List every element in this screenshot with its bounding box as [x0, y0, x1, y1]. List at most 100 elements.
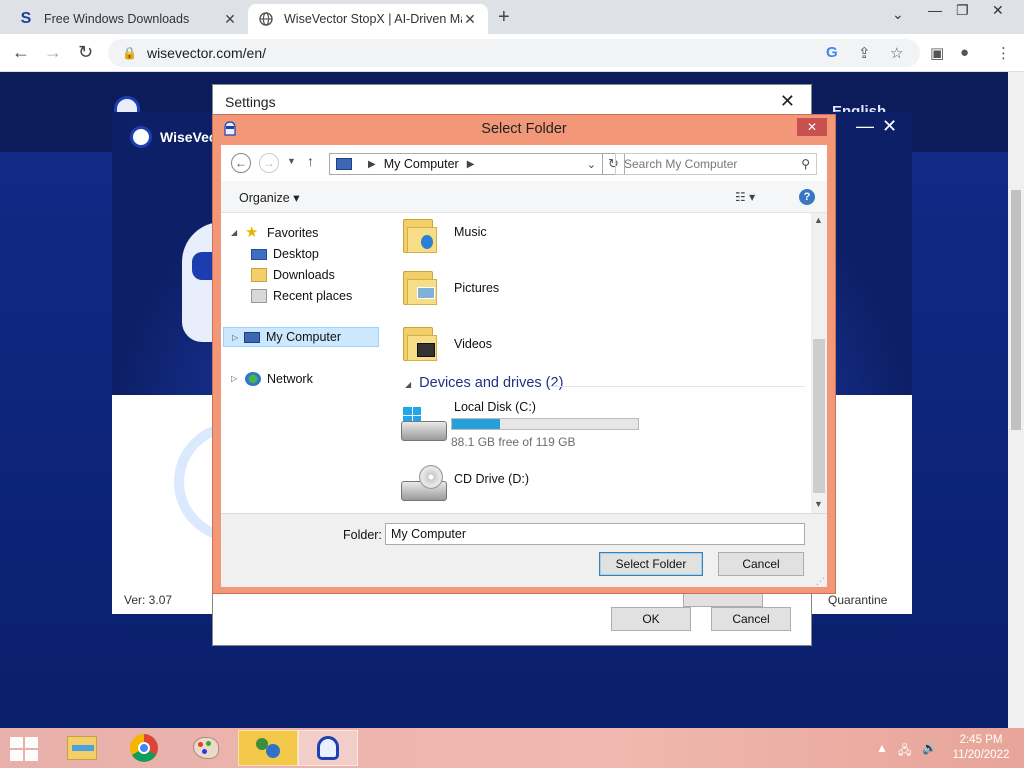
- close-tab-icon[interactable]: ✕: [462, 11, 478, 28]
- drive-c-label[interactable]: Local Disk (C:): [454, 400, 536, 414]
- search-box[interactable]: Search My Computer ⚲: [615, 153, 817, 175]
- app-minimize-icon[interactable]: —: [856, 116, 874, 137]
- nav-downloads-label: Downloads: [273, 268, 335, 282]
- devices-group-header[interactable]: ◢ Devices and drives (2): [405, 375, 563, 391]
- folder-pictures[interactable]: Pictures: [454, 281, 499, 295]
- restore-icon[interactable]: ❐: [956, 2, 969, 19]
- content-scrollbar-thumb[interactable]: [813, 339, 825, 493]
- music-folder-icon[interactable]: [403, 213, 439, 255]
- forward-arrow-icon[interactable]: →: [44, 42, 62, 63]
- devices-header-label: Devices and drives (2): [419, 375, 564, 391]
- view-options-icon[interactable]: ☷ ▾: [735, 190, 755, 204]
- close-window-icon[interactable]: ✕: [992, 2, 1004, 19]
- minimize-icon[interactable]: —: [928, 2, 942, 18]
- forward-icon[interactable]: →: [259, 153, 279, 173]
- help-icon[interactable]: ?: [799, 189, 815, 205]
- expand-triangle-icon[interactable]: ▷: [231, 374, 237, 383]
- file-explorer-icon[interactable]: [52, 730, 112, 766]
- settings-cancel-button[interactable]: Cancel: [711, 607, 791, 631]
- show-hidden-icons-icon[interactable]: ▲: [876, 741, 888, 755]
- reload-icon[interactable]: ↻: [78, 42, 93, 63]
- app-brand-name: WiseVec: [160, 129, 217, 145]
- side-panel-icon[interactable]: ▣: [930, 44, 944, 62]
- dialog-footer: Folder: Select Folder Cancel ⋰: [221, 513, 827, 587]
- scroll-down-icon[interactable]: ▼: [814, 499, 823, 509]
- select-folder-body: ← → ▼ ↑ ▶ My Computer ▶ ⌄ ↻ Search My Co…: [221, 145, 827, 587]
- settings-close-icon[interactable]: ✕: [780, 91, 795, 112]
- nav-desktop[interactable]: Desktop: [251, 244, 319, 264]
- address-toolbar: ← → ↻ 🔒 wisevector.com/en/ G ⇪ ☆ ▣ ● ⋮: [0, 34, 1024, 72]
- up-arrow-icon[interactable]: ↑: [307, 153, 314, 169]
- local-disk-icon[interactable]: [401, 407, 447, 441]
- bookmark-star-icon[interactable]: ☆: [890, 44, 903, 62]
- url-bar[interactable]: 🔒 wisevector.com/en/: [108, 39, 920, 67]
- windows-start-icon[interactable]: [10, 737, 38, 761]
- system-clock[interactable]: 2:45 PM 11/20/2022: [948, 733, 1014, 763]
- breadcrumb-separator-icon[interactable]: ▶: [467, 159, 475, 170]
- profile-avatar-icon[interactable]: ●: [960, 44, 969, 61]
- tab-free-windows-downloads[interactable]: S Free Windows Downloads ✕: [8, 4, 248, 34]
- nav-network[interactable]: ▷ Network: [231, 369, 313, 389]
- paint-icon[interactable]: [176, 730, 236, 766]
- search-placeholder: Search My Computer: [624, 157, 738, 171]
- close-tab-icon[interactable]: ✕: [222, 11, 238, 28]
- nav-favorites[interactable]: ◢ ★ Favorites: [231, 223, 318, 243]
- tab-search-chevron-icon[interactable]: ⌄: [892, 6, 904, 23]
- organize-label: Organize: [239, 191, 290, 205]
- back-icon[interactable]: ←: [231, 153, 251, 173]
- browser-tab-bar: S Free Windows Downloads ✕ WiseVector St…: [0, 0, 1024, 34]
- resize-grip-icon[interactable]: ⋰: [816, 576, 825, 587]
- recent-locations-chevron-icon[interactable]: ▼: [287, 156, 296, 166]
- nav-my-computer-label: My Computer: [266, 330, 342, 344]
- organize-menu[interactable]: Organize ▾: [239, 190, 299, 205]
- quarantine-link[interactable]: Quarantine: [828, 593, 887, 607]
- cancel-button[interactable]: Cancel: [718, 552, 804, 576]
- scroll-up-icon[interactable]: ▲: [814, 215, 823, 225]
- address-dropdown-chevron-icon[interactable]: ⌄: [587, 158, 596, 171]
- chrome-icon[interactable]: [114, 730, 174, 766]
- menu-kebab-icon[interactable]: ⋮: [996, 44, 1011, 62]
- select-folder-close-icon[interactable]: ✕: [797, 118, 827, 136]
- softpedia-favicon-icon: S: [20, 10, 32, 27]
- back-arrow-icon[interactable]: ←: [12, 42, 30, 63]
- app-close-icon[interactable]: ✕: [882, 116, 897, 137]
- folder-label: Folder:: [343, 528, 382, 542]
- search-icon[interactable]: ⚲: [801, 157, 810, 171]
- folder-input[interactable]: [385, 523, 805, 545]
- new-tab-icon[interactable]: +: [498, 6, 510, 29]
- taskbar: ▲ 🖧 🔊 2:45 PM 11/20/2022: [0, 728, 1024, 768]
- nav-my-computer[interactable]: ▷ My Computer: [223, 327, 379, 347]
- content-pane: Music Pictures Videos ◢ Devices and drive…: [391, 213, 811, 513]
- breadcrumb-my-computer[interactable]: My Computer: [384, 157, 459, 171]
- breadcrumb[interactable]: ▶ My Computer ▶ ⌄: [329, 153, 603, 175]
- user-accounts-icon[interactable]: [238, 730, 298, 766]
- cd-drive-icon[interactable]: [401, 465, 447, 501]
- nav-downloads[interactable]: Downloads: [251, 265, 335, 285]
- app-brand: WiseVec: [130, 126, 217, 148]
- volume-icon[interactable]: 🔊: [922, 741, 937, 755]
- expand-triangle-icon[interactable]: ▷: [232, 333, 238, 342]
- tab-wisevector[interactable]: WiseVector StopX | AI-Driven Ma ✕: [248, 4, 488, 34]
- content-scrollbar[interactable]: ▲ ▼: [811, 213, 827, 513]
- collapse-triangle-icon[interactable]: ◢: [405, 380, 411, 389]
- network-icon: [245, 372, 261, 386]
- settings-ok-button[interactable]: OK: [611, 607, 691, 631]
- drive-c-usage-fill: [452, 419, 501, 429]
- globe-icon: [258, 11, 274, 27]
- collapse-triangle-icon[interactable]: ◢: [231, 228, 237, 237]
- pictures-folder-icon[interactable]: [403, 265, 439, 307]
- videos-folder-icon[interactable]: [403, 321, 439, 363]
- page-scrollbar[interactable]: [1008, 72, 1024, 728]
- network-tray-icon[interactable]: 🖧: [898, 741, 911, 762]
- wisevector-taskbar-icon[interactable]: [298, 730, 358, 766]
- nav-recent-places[interactable]: Recent places: [251, 286, 352, 306]
- drive-d-label[interactable]: CD Drive (D:): [454, 472, 529, 486]
- share-icon[interactable]: ⇪: [858, 44, 871, 62]
- folder-music[interactable]: Music: [454, 225, 487, 239]
- google-translate-icon[interactable]: G: [826, 44, 838, 61]
- recent-places-icon: [251, 289, 267, 303]
- folder-videos[interactable]: Videos: [454, 337, 492, 351]
- select-folder-button[interactable]: Select Folder: [599, 552, 703, 576]
- page-scrollbar-thumb[interactable]: [1011, 190, 1021, 430]
- app-logo-icon: [130, 126, 152, 148]
